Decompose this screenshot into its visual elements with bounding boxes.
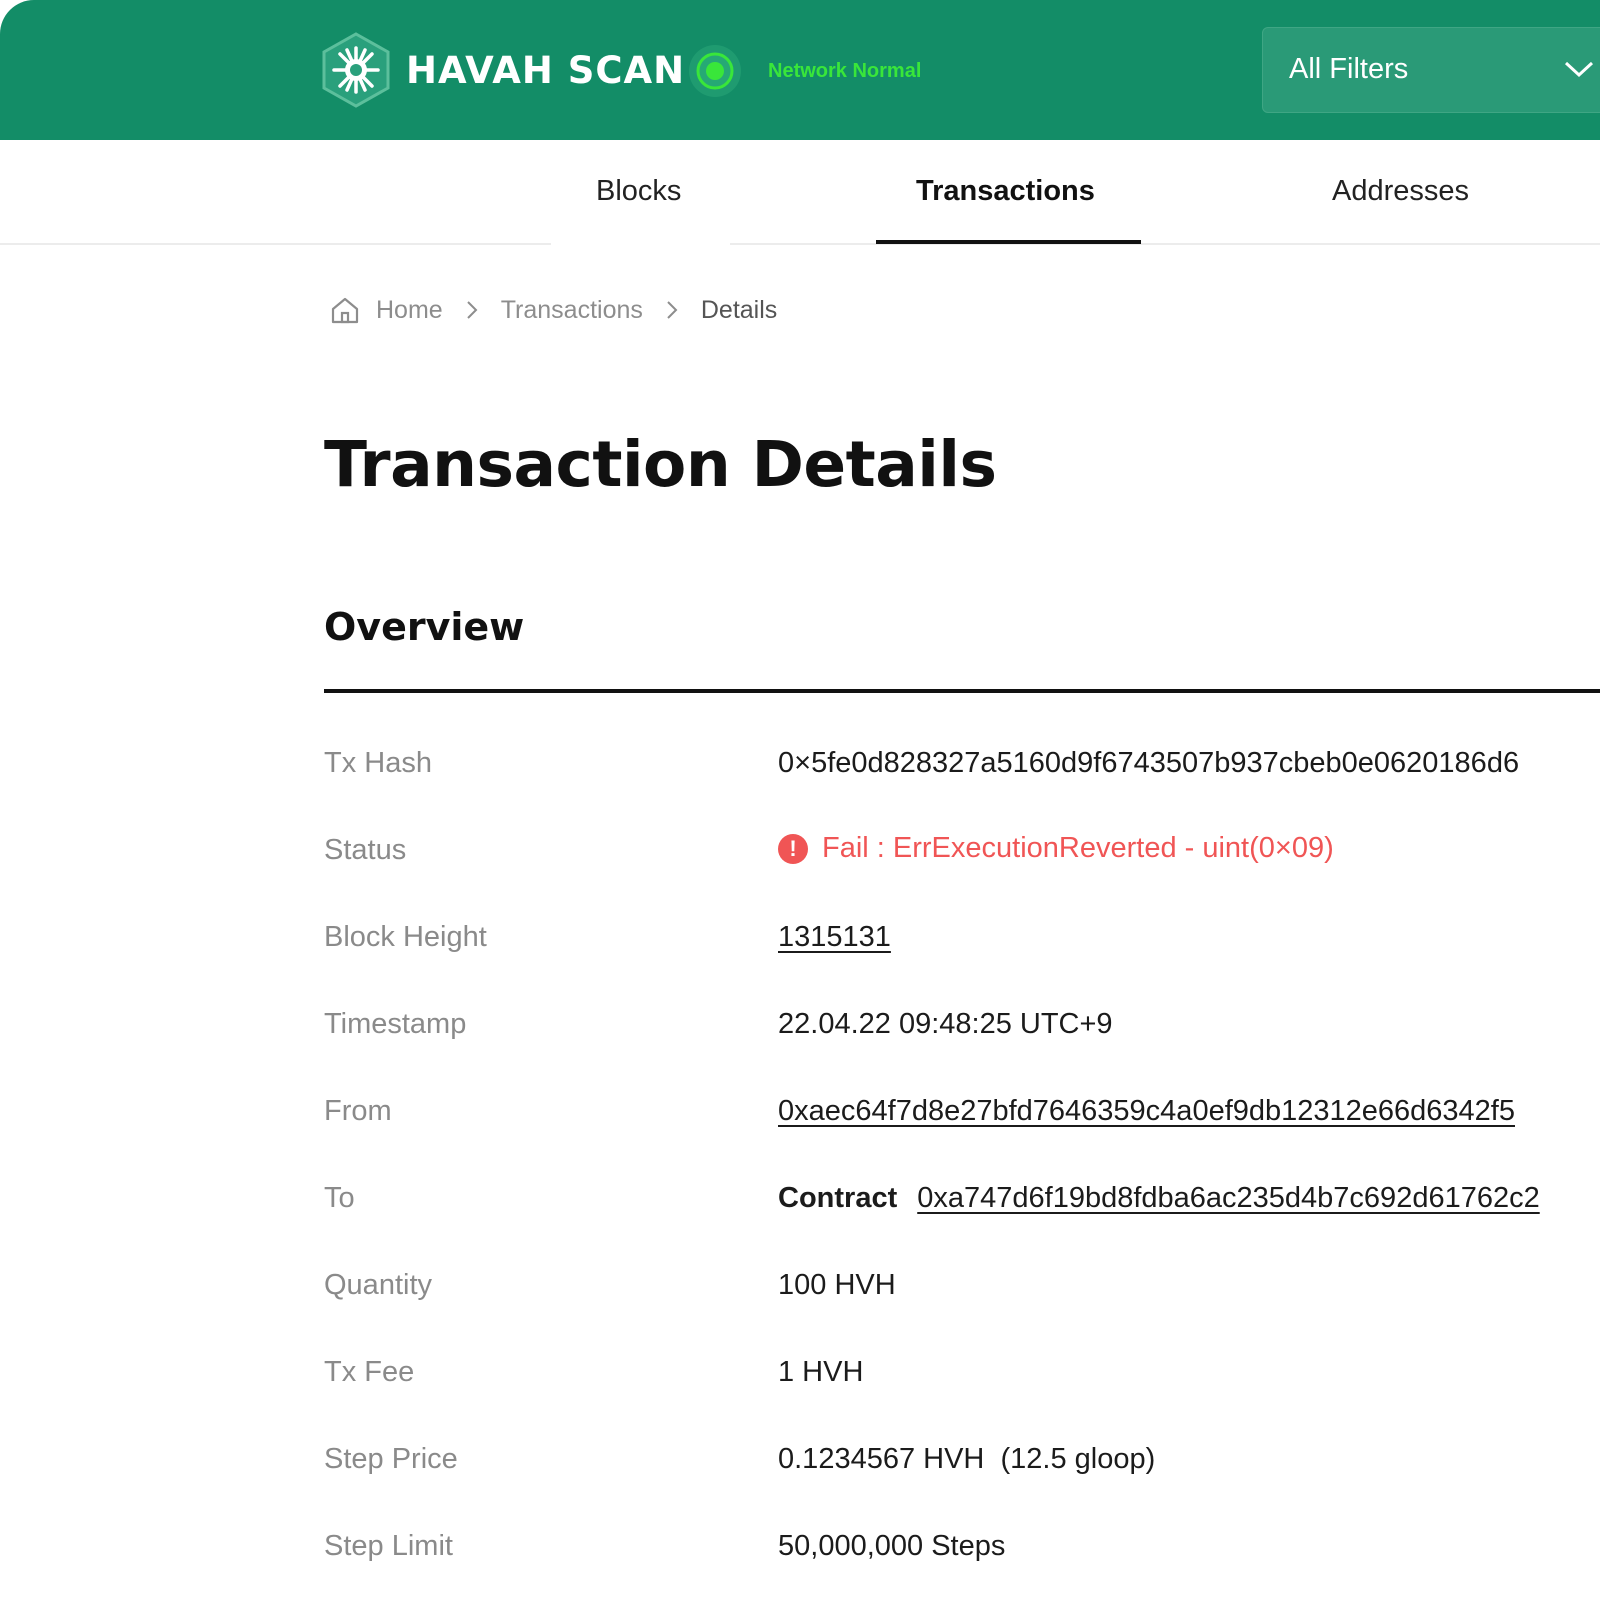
filter-dropdown[interactable]: All Filters [1262, 27, 1600, 113]
from-address-link[interactable]: 0xaec64f7d8e27bfd7646359c4a0ef9db12312e6… [778, 1095, 1515, 1128]
network-status-text: Network Normal [768, 59, 922, 82]
page: HAVAH SCAN Network Normal All Filters Bl… [0, 0, 1600, 1600]
active-tab-indicator [876, 240, 1141, 244]
contract-tag: Contract [778, 1182, 898, 1214]
quantity-label: Quantity [324, 1269, 432, 1301]
network-status: Network Normal [688, 44, 921, 98]
timestamp-label: Timestamp [324, 1008, 467, 1040]
tx-fee-label: Tx Fee [324, 1356, 415, 1388]
row-step-limit: Step Limit 50,000,000 Steps [324, 1518, 1600, 1578]
row-tx-fee: Tx Fee 1 HVH [324, 1344, 1600, 1404]
row-to: To Contract 0xa747d6f19bd8fdba6ac235d4b7c… [324, 1170, 1600, 1230]
breadcrumb-home[interactable]: Home [376, 296, 443, 325]
step-limit-label: Step Limit [324, 1530, 453, 1562]
step-price-label: Step Price [324, 1443, 458, 1475]
row-tx-hash: Tx Hash 0×5fe0d828327a5160d9f6743507b937… [324, 735, 1600, 795]
tx-fee-value: 1 HVH [778, 1356, 864, 1388]
top-header: HAVAH SCAN Network Normal All Filters [0, 0, 1600, 140]
chevron-right-icon [665, 299, 679, 321]
tab-transactions[interactable]: Transactions [916, 175, 1095, 208]
tab-addresses[interactable]: Addresses [1332, 175, 1469, 208]
error-icon: ! [778, 833, 808, 864]
status-label: Status [324, 834, 407, 866]
row-quantity: Quantity 100 HVH [324, 1257, 1600, 1317]
overview-title: Overview [324, 605, 525, 649]
breadcrumb-current: Details [700, 295, 778, 324]
to-value: Contract 0xa747d6f19bd8fdba6ac235d4b7c692… [778, 1182, 1540, 1215]
block-height-link[interactable]: 1315131 [778, 921, 891, 954]
from-label: From [324, 1095, 392, 1127]
brand-name: HAVAH SCAN [406, 48, 686, 92]
row-timestamp: Timestamp 22.04.22 09:48:25 UTC+9 [324, 996, 1600, 1056]
network-status-dot-icon [688, 44, 742, 98]
step-price-value: 0.1234567 HVH (12.5 gloop) [778, 1443, 1156, 1475]
nav-divider [730, 243, 1600, 245]
quantity-value: 100 HVH [778, 1269, 896, 1301]
block-height-label: Block Height [324, 921, 487, 953]
nav-divider [0, 243, 551, 245]
breadcrumb-transactions[interactable]: Transactions [501, 296, 643, 325]
status-value: ! Fail : ErrExecutionReverted - uint(0×0… [778, 832, 1334, 865]
to-address-link[interactable]: 0xa747d6f19bd8fdba6ac235d4b7c692d61762c2 [917, 1182, 1539, 1214]
chevron-down-icon [1563, 58, 1595, 85]
row-status: Status ! Fail : ErrExecutionReverted - u… [324, 822, 1600, 882]
tx-hash-label: Tx Hash [324, 747, 432, 779]
overview-divider [324, 689, 1600, 693]
row-from: From 0xaec64f7d8e27bfd7646359c4a0ef9db12… [324, 1083, 1600, 1143]
filter-dropdown-label: All Filters [1289, 53, 1409, 85]
tx-hash-value: 0×5fe0d828327a5160d9f6743507b937cbeb0e06… [778, 747, 1520, 779]
to-label: To [324, 1182, 355, 1214]
timestamp-value: 22.04.22 09:48:25 UTC+9 [778, 1008, 1113, 1040]
tab-blocks[interactable]: Blocks [596, 175, 681, 208]
chevron-right-icon [465, 299, 479, 321]
home-icon[interactable] [330, 296, 360, 324]
status-text: Fail : ErrExecutionReverted - uint(0×09) [822, 832, 1334, 864]
breadcrumb: Home Transactions Details [330, 290, 777, 330]
row-step-price: Step Price 0.1234567 HVH (12.5 gloop) [324, 1431, 1600, 1491]
havah-logo-icon [322, 32, 390, 108]
brand-logo[interactable]: HAVAH SCAN [322, 30, 685, 110]
step-limit-value: 50,000,000 Steps [778, 1530, 1006, 1562]
row-block-height: Block Height 1315131 [324, 909, 1600, 969]
page-title: Transaction Details [324, 428, 997, 501]
